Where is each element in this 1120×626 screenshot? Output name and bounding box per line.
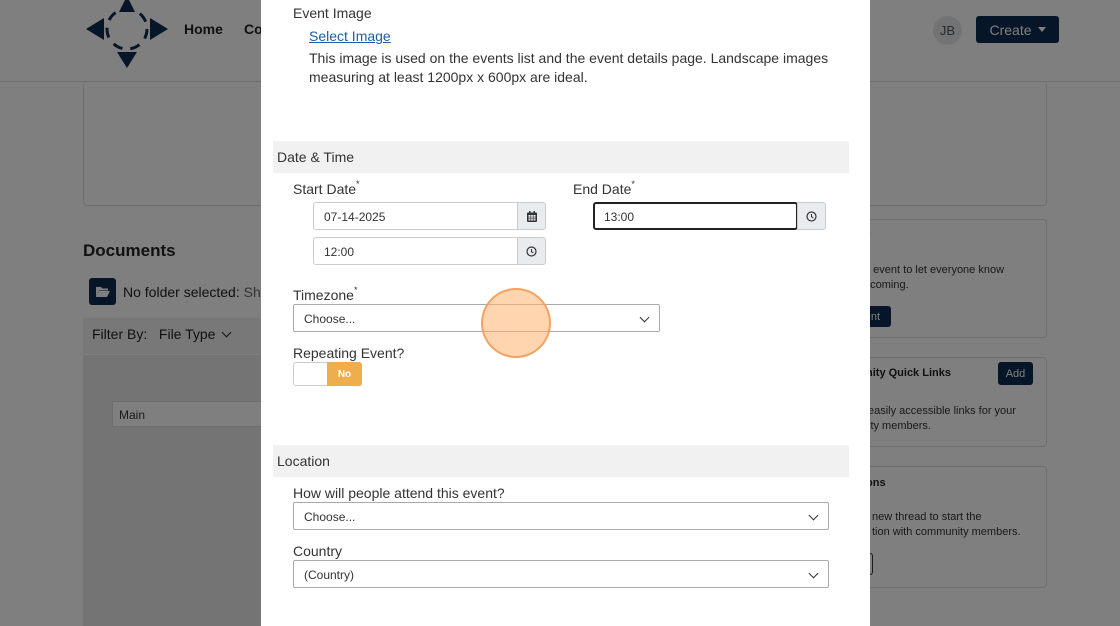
end-date-label: End Date* — [573, 179, 635, 197]
event-image-help: This image is used on the events list an… — [309, 50, 829, 85]
chevron-down-icon — [808, 510, 819, 521]
country-select-value: (Country) — [304, 568, 355, 582]
start-time-input[interactable]: 12:00 — [313, 237, 518, 265]
repeating-toggle-no: No — [327, 362, 362, 386]
event-image-label: Event Image — [293, 5, 372, 21]
attend-method-value: Choose... — [304, 510, 356, 524]
country-label: Country — [293, 543, 343, 559]
date-time-section-header: Date & Time — [273, 141, 849, 173]
required-mark-timezone: * — [353, 285, 358, 295]
timezone-select[interactable]: Choose... — [293, 304, 660, 332]
create-event-modal: Event Image Select Image This image is u… — [261, 0, 870, 626]
country-select[interactable]: (Country) — [293, 560, 829, 588]
start-date-input[interactable]: 07-14-2025 — [313, 202, 518, 230]
end-date-label-text: End Date — [573, 181, 632, 197]
end-time-clock-button[interactable] — [797, 202, 826, 230]
end-time-input[interactable]: 13:00 — [593, 202, 798, 230]
start-date-label: Start Date* — [293, 179, 360, 197]
clock-icon — [526, 245, 537, 257]
chevron-down-icon — [808, 568, 819, 579]
clock-icon — [806, 210, 817, 222]
select-image-link[interactable]: Select Image — [309, 28, 391, 44]
chevron-down-icon — [639, 312, 650, 323]
click-indicator — [481, 288, 551, 358]
repeating-event-toggle[interactable]: No — [293, 362, 362, 386]
timezone-label-text: Timezone — [293, 287, 354, 303]
start-time-clock-button[interactable] — [517, 237, 546, 265]
attend-method-select[interactable]: Choose... — [293, 502, 829, 530]
calendar-icon — [526, 210, 537, 222]
required-mark-end: * — [631, 179, 635, 189]
timezone-label: Timezone* — [293, 285, 358, 303]
start-date-calendar-button[interactable] — [517, 202, 546, 230]
timezone-select-value: Choose... — [304, 312, 356, 326]
repeating-event-label: Repeating Event? — [293, 345, 405, 361]
attend-method-label: How will people attend this event? — [293, 485, 505, 501]
start-date-label-text: Start Date — [293, 181, 357, 197]
location-section-header: Location — [273, 445, 849, 477]
required-mark: * — [356, 179, 360, 189]
